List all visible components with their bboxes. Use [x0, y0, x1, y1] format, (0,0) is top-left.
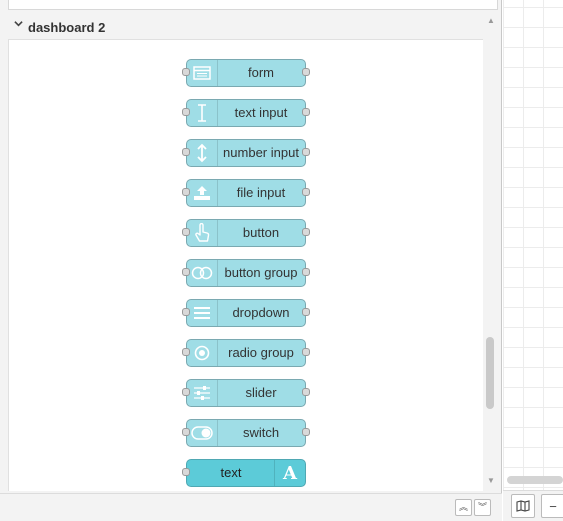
text-cursor-icon — [187, 100, 218, 126]
output-port — [302, 188, 310, 196]
palette-node-slider[interactable]: slider — [182, 379, 310, 407]
palette-node-text[interactable]: text A — [182, 459, 306, 487]
collapse-all-button[interactable]: ︽ — [455, 499, 472, 516]
toggle-group-icon — [187, 260, 218, 286]
output-port — [302, 388, 310, 396]
output-port — [302, 428, 310, 436]
node-label: number input — [223, 145, 299, 160]
radio-icon — [187, 340, 218, 366]
palette-node-file-input[interactable]: file input — [182, 179, 310, 207]
node-label: text input — [234, 105, 288, 120]
node-label: button group — [224, 265, 298, 280]
map-icon — [516, 500, 530, 512]
list-icon — [187, 300, 218, 326]
output-port — [302, 348, 310, 356]
node-label: form — [248, 65, 274, 80]
palette-node-dropdown[interactable]: dropdown — [182, 299, 310, 327]
node-label: switch — [242, 425, 280, 440]
palette-panel: dashboard 2 form text input number input… — [0, 0, 502, 521]
output-port — [302, 148, 310, 156]
output-port — [302, 108, 310, 116]
palette-scrollbar-thumb[interactable] — [486, 337, 494, 409]
node-label: dropdown — [232, 305, 290, 320]
previous-category-bottom — [8, 0, 498, 10]
flow-workspace[interactable] — [503, 0, 563, 521]
form-icon — [187, 60, 218, 86]
palette-node-number-input[interactable]: number input — [182, 139, 310, 167]
workspace-horizontal-scrollbar[interactable] — [507, 476, 563, 484]
category-title: dashboard 2 — [28, 20, 106, 35]
zoom-out-button[interactable]: − — [541, 494, 563, 518]
palette-node-radio-group[interactable]: radio group — [182, 339, 310, 367]
node-label: text — [220, 465, 242, 480]
palette-scrollbar-track[interactable] — [484, 14, 498, 491]
node-label: radio group — [228, 345, 294, 360]
sliders-icon — [187, 380, 218, 406]
node-label: slider — [245, 385, 277, 400]
scroll-down-arrow-icon[interactable]: ▼ — [485, 476, 497, 486]
map-toggle-button[interactable] — [511, 494, 535, 518]
node-label: button — [242, 225, 280, 240]
expand-all-button[interactable]: ︾ — [474, 499, 491, 516]
palette-node-text-input[interactable]: text input — [182, 99, 310, 127]
output-port — [302, 228, 310, 236]
switch-icon — [187, 420, 218, 446]
chevron-down-icon — [14, 19, 23, 31]
output-port — [302, 268, 310, 276]
hand-pointer-icon — [187, 220, 218, 246]
palette-node-form[interactable]: form — [182, 59, 310, 87]
palette-node-button[interactable]: button — [182, 219, 310, 247]
category-header-dashboard-2[interactable]: dashboard 2 — [8, 14, 483, 40]
output-port — [302, 68, 310, 76]
scroll-up-arrow-icon[interactable]: ▲ — [485, 16, 497, 26]
output-port — [302, 308, 310, 316]
category-node-list: form text input number input file input … — [8, 40, 483, 491]
vertical-arrows-icon — [187, 140, 218, 166]
palette-node-switch[interactable]: switch — [182, 419, 310, 447]
font-icon: A — [274, 460, 305, 486]
upload-icon — [187, 180, 218, 206]
workspace-footer: − — [503, 490, 563, 521]
palette-node-button-group[interactable]: button group — [182, 259, 310, 287]
palette-footer: ︽ ︾ — [0, 493, 502, 521]
node-label: file input — [236, 185, 286, 200]
